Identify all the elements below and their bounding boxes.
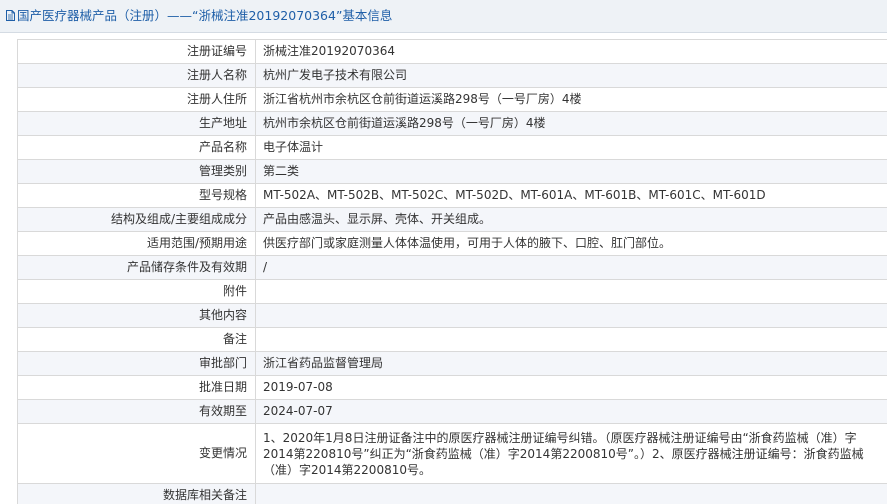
table-row: 管理类别 第二类: [17, 159, 887, 184]
row-label: 注册人名称: [17, 63, 256, 88]
row-label: 产品名称: [17, 135, 256, 160]
table-row: 产品储存条件及有效期 /: [17, 255, 887, 280]
table-row: 注册人名称 杭州广发电子技术有限公司: [17, 63, 887, 88]
row-label: 结构及组成/主要组成成分: [17, 207, 256, 232]
table-row: 适用范围/预期用途 供医疗部门或家庭测量人体体温使用，可用于人体的腋下、口腔、肛…: [17, 231, 887, 256]
row-value: 1、2020年1月8日注册证备注中的原医疗器械注册证编号纠错。（原医疗器械注册证…: [255, 423, 887, 484]
row-label: 附件: [17, 279, 256, 304]
row-value: 供医疗部门或家庭测量人体体温使用，可用于人体的腋下、口腔、肛门部位。: [255, 231, 887, 256]
row-label: 其他内容: [17, 303, 256, 328]
row-label: 型号规格: [17, 183, 256, 208]
row-value: 杭州市余杭区仓前街道运溪路298号（一号厂房）4楼: [255, 111, 887, 136]
row-label: 适用范围/预期用途: [17, 231, 256, 256]
row-value: 产品由感温头、显示屏、壳体、开关组成。: [255, 207, 887, 232]
row-label: 注册人住所: [17, 87, 256, 112]
table-row: 注册证编号 浙械注准20192070364: [17, 39, 887, 64]
table-row: 产品名称 电子体温计: [17, 135, 887, 160]
row-label: 批准日期: [17, 375, 256, 400]
table-row: 有效期至 2024-07-07: [17, 399, 887, 424]
table-row: 批准日期 2019-07-08: [17, 375, 887, 400]
row-value: [255, 327, 887, 352]
table-row: 数据库相关备注: [17, 483, 887, 504]
page-header: 国产医疗器械产品（注册）——“浙械注准20192070364”基本信息: [0, 0, 887, 33]
row-value: [255, 303, 887, 328]
row-value: 浙江省杭州市余杭区仓前街道运溪路298号（一号厂房）4楼: [255, 87, 887, 112]
row-label: 有效期至: [17, 399, 256, 424]
row-label: 审批部门: [17, 351, 256, 376]
row-value: 2024-07-07: [255, 399, 887, 424]
row-value: 电子体温计: [255, 135, 887, 160]
page-title: 国产医疗器械产品（注册）——“浙械注准20192070364”基本信息: [17, 8, 393, 23]
table-row: 其他内容: [17, 303, 887, 328]
document-icon: [6, 10, 15, 21]
row-label: 注册证编号: [17, 39, 256, 64]
table-row: 结构及组成/主要组成成分 产品由感温头、显示屏、壳体、开关组成。: [17, 207, 887, 232]
table-row: 附件: [17, 279, 887, 304]
table-row: 生产地址 杭州市余杭区仓前街道运溪路298号（一号厂房）4楼: [17, 111, 887, 136]
row-value: MT-502A、MT-502B、MT-502C、MT-502D、MT-601A、…: [255, 183, 887, 208]
row-value: 2019-07-08: [255, 375, 887, 400]
row-value: /: [255, 255, 887, 280]
table-row: 型号规格 MT-502A、MT-502B、MT-502C、MT-502D、MT-…: [17, 183, 887, 208]
row-label: 管理类别: [17, 159, 256, 184]
table-row: 备注: [17, 327, 887, 352]
row-label: 变更情况: [17, 423, 256, 484]
table-row: 注册人住所 浙江省杭州市余杭区仓前街道运溪路298号（一号厂房）4楼: [17, 87, 887, 112]
row-value: 浙械注准20192070364: [255, 39, 887, 64]
row-label: 生产地址: [17, 111, 256, 136]
row-value: [255, 279, 887, 304]
row-value: 浙江省药品监督管理局: [255, 351, 887, 376]
row-value: [255, 483, 887, 504]
row-label: 备注: [17, 327, 256, 352]
row-value: 杭州广发电子技术有限公司: [255, 63, 887, 88]
table-row: 变更情况 1、2020年1月8日注册证备注中的原医疗器械注册证编号纠错。（原医疗…: [17, 423, 887, 484]
table-row: 审批部门 浙江省药品监督管理局: [17, 351, 887, 376]
row-value: 第二类: [255, 159, 887, 184]
row-label: 产品储存条件及有效期: [17, 255, 256, 280]
info-table: 注册证编号 浙械注准20192070364 注册人名称 杭州广发电子技术有限公司…: [17, 39, 887, 504]
row-label: 数据库相关备注: [17, 483, 256, 504]
page: 国产医疗器械产品（注册）——“浙械注准20192070364”基本信息 注册证编…: [0, 0, 887, 504]
info-table-container: 注册证编号 浙械注准20192070364 注册人名称 杭州广发电子技术有限公司…: [17, 39, 887, 504]
